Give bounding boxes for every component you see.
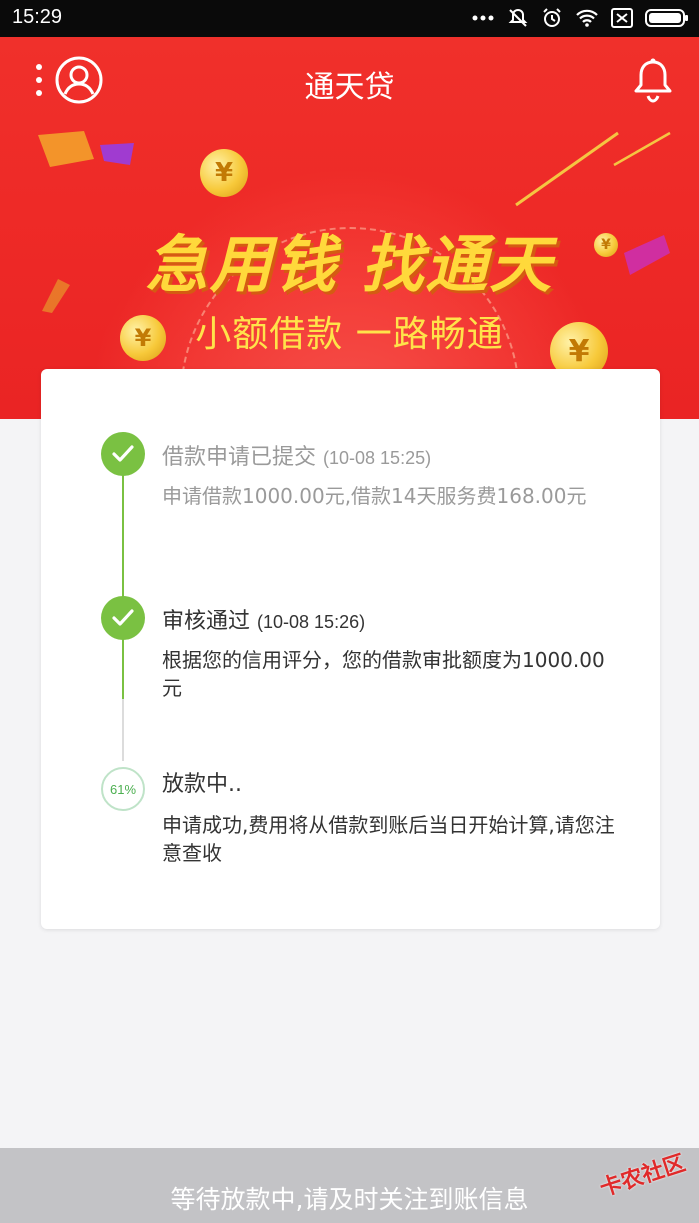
step-3-progress-indicator: 61% bbox=[101, 767, 145, 811]
step-2-time: (10-08 15:26) bbox=[257, 612, 366, 632]
timeline-line-2 bbox=[122, 639, 124, 699]
status-icons bbox=[471, 7, 689, 29]
notification-bell-icon[interactable] bbox=[632, 58, 674, 104]
coin-decoration-top: ¥ bbox=[200, 149, 248, 197]
more-dots-icon bbox=[472, 15, 494, 21]
timeline-line-1 bbox=[122, 475, 124, 601]
step-3-description: 申请成功,费用将从借款到账后当日开始计算,请您注意查收 bbox=[162, 813, 615, 865]
step-3-title: 放款中.. bbox=[162, 772, 242, 797]
status-bar: 15:29 bbox=[0, 0, 699, 37]
status-time: 15:29 bbox=[12, 6, 63, 28]
step-1-check-icon bbox=[101, 432, 145, 476]
step-2-check-icon bbox=[101, 596, 145, 640]
wifi-icon bbox=[576, 9, 598, 27]
step-1-time: (10-08 15:25) bbox=[323, 448, 432, 468]
step-1-description: 申请借款1000.00元,借款14天服务费168.00元 bbox=[162, 484, 587, 508]
confetti-purple-ribbon bbox=[100, 143, 134, 165]
loan-progress-card: 借款申请已提交 (10-08 15:25) 申请借款1000.00元,借款14天… bbox=[41, 369, 660, 929]
step-1-title: 借款申请已提交 (10-08 15:25) bbox=[162, 439, 431, 471]
banner-slogan: 急用钱 找通天 bbox=[145, 228, 554, 301]
alarm-icon bbox=[543, 8, 561, 27]
confetti-gold-line-small bbox=[613, 131, 671, 167]
bottom-status-message: 等待放款中,请及时关注到账信息 bbox=[170, 1185, 529, 1214]
banner-subslogan: 小额借款 一路畅通 bbox=[195, 314, 504, 355]
no-sim-icon bbox=[611, 8, 633, 28]
app-title: 通天贷 bbox=[304, 70, 395, 105]
mute-notification-icon bbox=[508, 8, 528, 27]
bottom-status-bar: 等待放款中,请及时关注到账信息 bbox=[0, 1148, 699, 1223]
step-2-description: 根据您的信用评分，您的借款审批额度为1000.00元 bbox=[162, 648, 605, 700]
step-2-title-text: 审核通过 bbox=[162, 609, 251, 634]
step-2-title: 审核通过 (10-08 15:26) bbox=[162, 603, 365, 635]
confetti-orange-ribbon bbox=[38, 131, 94, 167]
battery-icon bbox=[645, 9, 688, 27]
timeline-line-3 bbox=[122, 699, 124, 761]
confetti-gold-line bbox=[515, 131, 619, 207]
step-1-title-text: 借款申请已提交 bbox=[162, 445, 317, 470]
